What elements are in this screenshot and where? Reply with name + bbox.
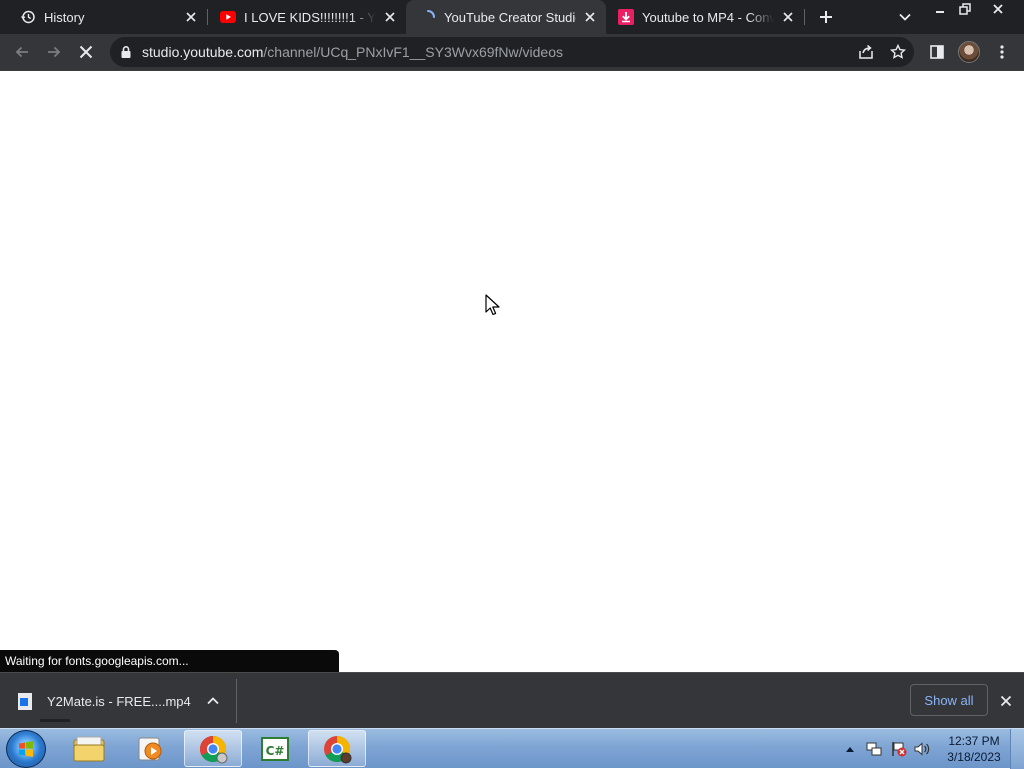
star-icon[interactable] xyxy=(886,40,910,64)
folder-icon xyxy=(73,736,105,761)
mouse-cursor-icon xyxy=(485,294,500,316)
tab-history[interactable]: History xyxy=(0,0,207,34)
tab-youtube-video[interactable]: I LOVE KIDS!!!!!!!!1 - YouT xyxy=(200,0,406,34)
close-icon[interactable] xyxy=(181,7,201,27)
chrome-icon xyxy=(199,735,228,763)
loading-spinner-icon xyxy=(420,9,436,25)
arrow-right-icon xyxy=(48,46,61,58)
tab-title: YouTube Creator Studio xyxy=(444,9,576,25)
page-content xyxy=(0,71,1024,672)
url-host: studio.youtube.com xyxy=(142,44,264,60)
chevron-down-icon xyxy=(899,13,911,21)
download-item[interactable]: Y2Mate.is - FREE....mp4 xyxy=(18,689,191,713)
svg-text:C#: C# xyxy=(266,744,285,758)
taskbar-file-explorer[interactable] xyxy=(60,730,118,767)
download-shelf: Y2Mate.is - FREE....mp4 Show all xyxy=(0,672,1024,728)
taskbar-chrome[interactable] xyxy=(184,730,242,767)
tab-search-button[interactable] xyxy=(893,5,917,29)
plus-icon xyxy=(820,11,832,23)
forward-button[interactable] xyxy=(42,40,66,64)
close-icon[interactable] xyxy=(580,7,600,27)
side-panel-button[interactable] xyxy=(925,40,949,64)
close-icon xyxy=(1000,695,1012,707)
browser-toolbar: studio.youtube.com/channel/UCq_PNxIvF1__… xyxy=(0,34,1024,71)
media-player-icon xyxy=(138,737,162,760)
taskbar-csharp-editor[interactable]: C# xyxy=(246,730,304,767)
show-desktop-button[interactable] xyxy=(1010,729,1024,769)
history-icon xyxy=(20,9,36,25)
restore-button[interactable] xyxy=(953,0,977,18)
windows-taskbar: C# 12:37 PM 3/18/2023 xyxy=(0,728,1024,769)
close-icon[interactable] xyxy=(778,7,798,27)
status-bubble: Waiting for fonts.googleapis.com... xyxy=(0,650,339,672)
youtube-icon xyxy=(220,9,236,25)
taskbar-media-player[interactable] xyxy=(121,730,179,767)
file-icon xyxy=(18,692,32,710)
clock-date: 3/18/2023 xyxy=(947,750,1001,764)
show-all-button[interactable]: Show all xyxy=(910,684,988,716)
back-button[interactable] xyxy=(10,40,34,64)
network-icon[interactable] xyxy=(866,741,882,757)
arrow-left-icon xyxy=(15,46,28,58)
download-progress-underline xyxy=(40,719,70,722)
side-panel-icon xyxy=(930,45,944,59)
tab-youtube-studio[interactable]: YouTube Creator Studio xyxy=(406,0,606,34)
tab-title: History xyxy=(44,9,85,25)
stop-icon xyxy=(79,45,93,59)
restore-icon xyxy=(959,3,971,15)
download-file-name: Y2Mate.is - FREE....mp4 xyxy=(47,693,191,709)
divider xyxy=(236,679,237,723)
csharp-file-icon: C# xyxy=(261,736,289,761)
download-options-button[interactable] xyxy=(203,689,223,713)
tab-title: I LOVE KIDS!!!!!!!!1 - YouT xyxy=(244,9,376,25)
tab-youtube-to-mp4[interactable]: Youtube to MP4 - Conver xyxy=(598,0,804,34)
url-path: /channel/UCq_PNxIvF1__SY3Wvx69fNw/videos xyxy=(263,44,563,60)
menu-button[interactable] xyxy=(990,40,1014,64)
tab-strip: History I LOVE KIDS!!!!!!!!1 - YouT YouT… xyxy=(0,0,1024,34)
address-bar[interactable]: studio.youtube.com/channel/UCq_PNxIvF1__… xyxy=(110,37,914,67)
profile-avatar[interactable] xyxy=(958,41,980,63)
system-clock[interactable]: 12:37 PM 3/18/2023 xyxy=(940,733,1008,765)
close-icon xyxy=(993,4,1003,14)
lock-icon[interactable] xyxy=(118,45,134,59)
minimize-icon xyxy=(936,11,944,13)
volume-icon[interactable] xyxy=(914,741,930,757)
windows-logo-icon xyxy=(19,741,33,757)
close-icon[interactable] xyxy=(380,7,400,27)
close-window-button[interactable] xyxy=(986,0,1010,18)
action-center-alert-icon[interactable] xyxy=(891,741,907,757)
download-arrow-icon xyxy=(618,9,634,25)
more-vertical-icon xyxy=(1000,45,1004,59)
stop-loading-button[interactable] xyxy=(74,40,98,64)
chrome-icon xyxy=(324,735,352,763)
url-text: studio.youtube.com/channel/UCq_PNxIvF1__… xyxy=(142,44,563,60)
chevron-up-icon xyxy=(207,697,219,705)
show-hidden-icons-button[interactable] xyxy=(844,741,856,757)
clock-time: 12:37 PM xyxy=(948,734,1000,748)
tab-divider xyxy=(804,9,805,25)
minimize-button[interactable] xyxy=(928,0,952,18)
share-icon[interactable] xyxy=(854,40,878,64)
taskbar-chrome-profile[interactable] xyxy=(308,730,366,767)
close-shelf-button[interactable] xyxy=(996,689,1016,713)
tab-title: Youtube to MP4 - Conver xyxy=(642,9,774,25)
triangle-up-icon xyxy=(846,747,854,752)
start-button[interactable] xyxy=(6,730,46,768)
new-tab-button[interactable] xyxy=(814,5,838,29)
